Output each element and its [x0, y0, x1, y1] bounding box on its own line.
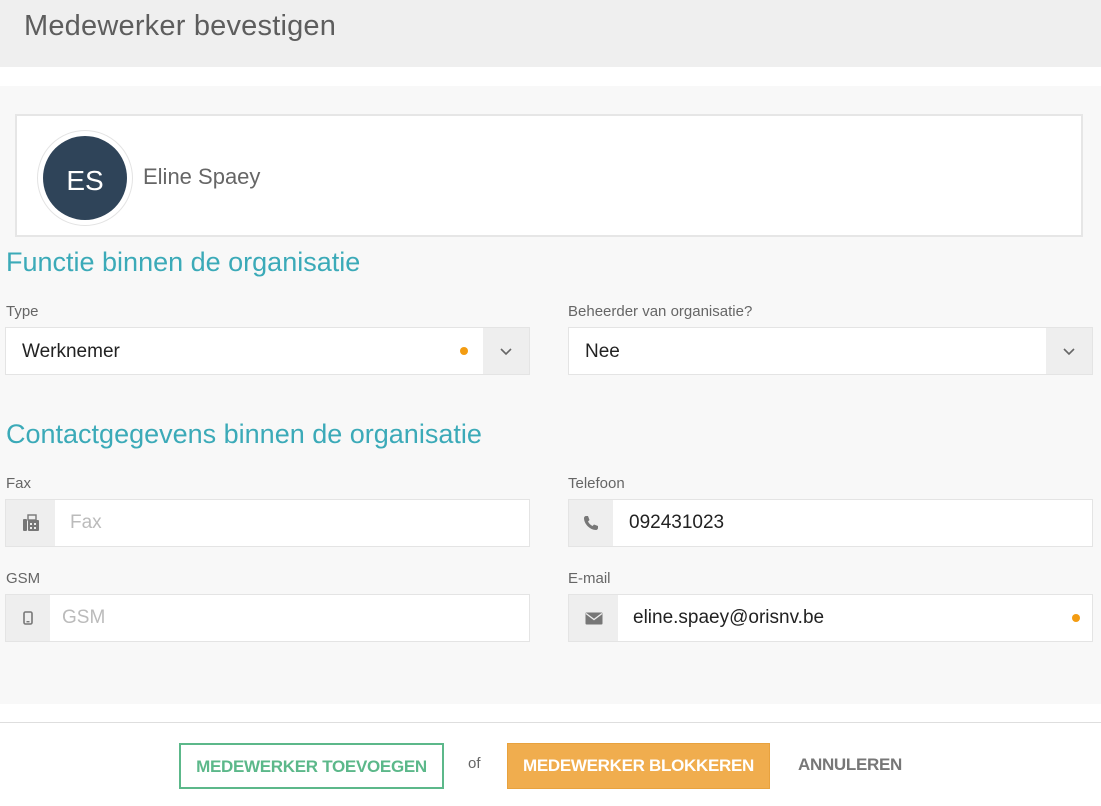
or-separator: of	[468, 755, 481, 772]
phone-icon	[569, 500, 613, 546]
type-select[interactable]: Werknemer	[5, 327, 530, 375]
phone-input-group	[568, 499, 1093, 547]
user-name: Eline Spaey	[143, 164, 261, 189]
section-title-function: Functie binnen de organisatie	[6, 247, 361, 277]
type-dropdown-button[interactable]	[483, 328, 529, 374]
email-input-group	[568, 594, 1093, 642]
gsm-label: GSM	[6, 570, 41, 587]
type-label: Type	[6, 303, 39, 320]
required-indicator	[1072, 614, 1080, 622]
chevron-down-icon	[500, 348, 512, 356]
avatar: ES	[43, 136, 127, 220]
fax-input[interactable]	[66, 500, 506, 546]
add-employee-button[interactable]: MEDEWERKER TOEVOEGEN	[179, 743, 444, 789]
required-indicator	[460, 347, 468, 355]
dialog-header: Medewerker bevestigen	[0, 0, 1101, 67]
type-select-value: Werknemer	[22, 341, 120, 362]
cancel-button[interactable]: ANNULEREN	[788, 743, 912, 789]
admin-select-value: Nee	[585, 341, 620, 362]
user-card: ES Eline Spaey	[15, 114, 1083, 237]
fax-input-group	[5, 499, 530, 547]
phone-input[interactable]	[625, 500, 1065, 546]
block-employee-button[interactable]: MEDEWERKER BLOKKEREN	[507, 743, 770, 789]
gsm-input-group	[5, 594, 530, 642]
dialog-title: Medewerker bevestigen	[24, 10, 337, 42]
avatar-ring: ES	[37, 130, 133, 226]
email-label: E-mail	[568, 570, 611, 587]
envelope-icon	[569, 595, 618, 641]
phone-label: Telefoon	[568, 475, 625, 492]
fax-label: Fax	[6, 475, 32, 492]
email-input[interactable]	[629, 595, 1049, 641]
section-title-contact: Contactgegevens binnen de organisatie	[6, 419, 482, 449]
footer-divider	[0, 722, 1101, 723]
fax-icon	[6, 500, 55, 546]
admin-dropdown-button[interactable]	[1046, 328, 1092, 374]
admin-select[interactable]: Nee	[568, 327, 1093, 375]
admin-label: Beheerder van organisatie?	[568, 303, 753, 320]
gsm-input[interactable]	[58, 595, 498, 641]
mobile-icon	[6, 595, 50, 641]
chevron-down-icon	[1063, 348, 1075, 356]
